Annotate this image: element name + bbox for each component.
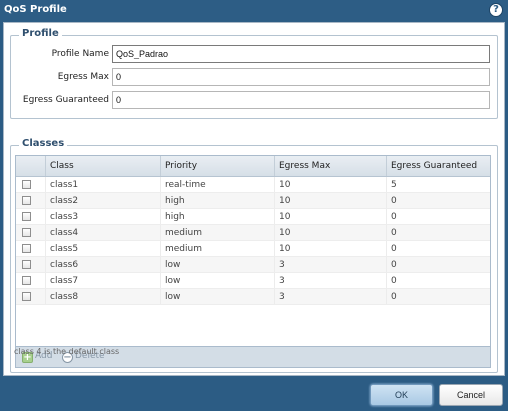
row-checkbox[interactable] <box>22 212 31 221</box>
classes-legend: Classes <box>19 138 68 149</box>
table-row[interactable]: class3 high 10 0 <box>16 209 490 225</box>
row-checkbox[interactable] <box>22 180 31 189</box>
egress-guaranteed-row: Egress Guaranteed <box>11 91 497 109</box>
priority-cell: medium <box>160 241 274 256</box>
class-cell: class4 <box>45 225 160 240</box>
dialog-title: QoS Profile <box>4 4 67 15</box>
priority-cell: medium <box>160 225 274 240</box>
help-icon[interactable]: ? <box>489 3 503 17</box>
egress-max-cell: 3 <box>274 273 386 288</box>
row-checkbox[interactable] <box>22 196 31 205</box>
class-cell: class7 <box>45 273 160 288</box>
column-header-priority[interactable]: Priority <box>160 156 274 176</box>
egress-guaranteed-cell: 0 <box>386 289 490 304</box>
egress-max-cell: 10 <box>274 177 386 192</box>
egress-max-row: Egress Max <box>11 68 497 86</box>
egress-guaranteed-cell: 5 <box>386 177 490 192</box>
profile-name-row: Profile Name <box>11 45 497 63</box>
egress-max-cell: 10 <box>274 241 386 256</box>
ok-button[interactable]: OK <box>370 384 433 406</box>
egress-max-cell: 3 <box>274 289 386 304</box>
row-select-cell <box>16 241 45 256</box>
title-bar: QoS Profile ? <box>0 0 508 22</box>
egress-guaranteed-cell: 0 <box>386 209 490 224</box>
column-header-egress-max[interactable]: Egress Max <box>274 156 386 176</box>
table-row[interactable]: class6 low 3 0 <box>16 257 490 273</box>
qos-profile-dialog: QoS Profile ? Profile Profile Name Egres… <box>0 0 508 411</box>
egress-guaranteed-label: Egress Guaranteed <box>22 95 109 105</box>
egress-max-cell: 3 <box>274 257 386 272</box>
table-row[interactable]: class5 medium 10 0 <box>16 241 490 257</box>
table-row[interactable]: class7 low 3 0 <box>16 273 490 289</box>
table-row[interactable]: class2 high 10 0 <box>16 193 490 209</box>
egress-max-input[interactable] <box>112 68 490 86</box>
priority-cell: real-time <box>160 177 274 192</box>
table-row[interactable]: class1 real-time 10 5 <box>16 177 490 193</box>
egress-guaranteed-cell: 0 <box>386 241 490 256</box>
table-row[interactable]: class8 low 3 0 <box>16 289 490 305</box>
class-cell: class8 <box>45 289 160 304</box>
row-checkbox[interactable] <box>22 228 31 237</box>
dialog-footer: OK Cancel <box>0 376 508 411</box>
egress-max-cell: 10 <box>274 193 386 208</box>
grid-body: class1 real-time 10 5 class2 high 10 0 class3 hig… <box>16 177 490 305</box>
dialog-body: Profile Profile Name Egress Max Egress G… <box>3 22 505 376</box>
profile-section: Profile Profile Name Egress Max Egress G… <box>10 28 498 119</box>
class-cell: class2 <box>45 193 160 208</box>
profile-name-label: Profile Name <box>51 49 109 59</box>
priority-cell: low <box>160 273 274 288</box>
egress-max-cell: 10 <box>274 225 386 240</box>
priority-cell: low <box>160 289 274 304</box>
cancel-button[interactable]: Cancel <box>439 384 503 406</box>
default-class-note: class 4 is the default class <box>14 347 120 356</box>
priority-cell: low <box>160 257 274 272</box>
column-header-egress-guaranteed[interactable]: Egress Guaranteed <box>386 156 490 176</box>
classes-grid: Class Priority Egress Max Egress Guarant… <box>15 155 491 347</box>
row-select-cell <box>16 289 45 304</box>
profile-legend: Profile <box>19 28 62 39</box>
row-checkbox[interactable] <box>22 244 31 253</box>
row-select-cell <box>16 193 45 208</box>
class-cell: class3 <box>45 209 160 224</box>
row-checkbox[interactable] <box>22 276 31 285</box>
class-cell: class5 <box>45 241 160 256</box>
egress-max-label: Egress Max <box>57 72 109 82</box>
classes-section: Classes Class Priority Egress Max Egress… <box>10 138 498 373</box>
row-select-cell <box>16 257 45 272</box>
priority-cell: high <box>160 209 274 224</box>
row-select-cell <box>16 273 45 288</box>
row-select-cell <box>16 177 45 192</box>
row-checkbox[interactable] <box>22 292 31 301</box>
profile-name-input[interactable] <box>112 45 490 63</box>
egress-guaranteed-cell: 0 <box>386 273 490 288</box>
egress-guaranteed-cell: 0 <box>386 225 490 240</box>
row-checkbox[interactable] <box>22 260 31 269</box>
priority-cell: high <box>160 193 274 208</box>
row-select-cell <box>16 209 45 224</box>
egress-guaranteed-cell: 0 <box>386 257 490 272</box>
table-row[interactable]: class4 medium 10 0 <box>16 225 490 241</box>
egress-max-cell: 10 <box>274 209 386 224</box>
row-select-cell <box>16 225 45 240</box>
egress-guaranteed-input[interactable] <box>112 91 490 109</box>
column-header-class[interactable]: Class <box>45 156 160 176</box>
class-cell: class1 <box>45 177 160 192</box>
egress-guaranteed-cell: 0 <box>386 193 490 208</box>
grid-header: Class Priority Egress Max Egress Guarant… <box>16 156 490 177</box>
class-cell: class6 <box>45 257 160 272</box>
select-column-header[interactable] <box>16 156 45 176</box>
